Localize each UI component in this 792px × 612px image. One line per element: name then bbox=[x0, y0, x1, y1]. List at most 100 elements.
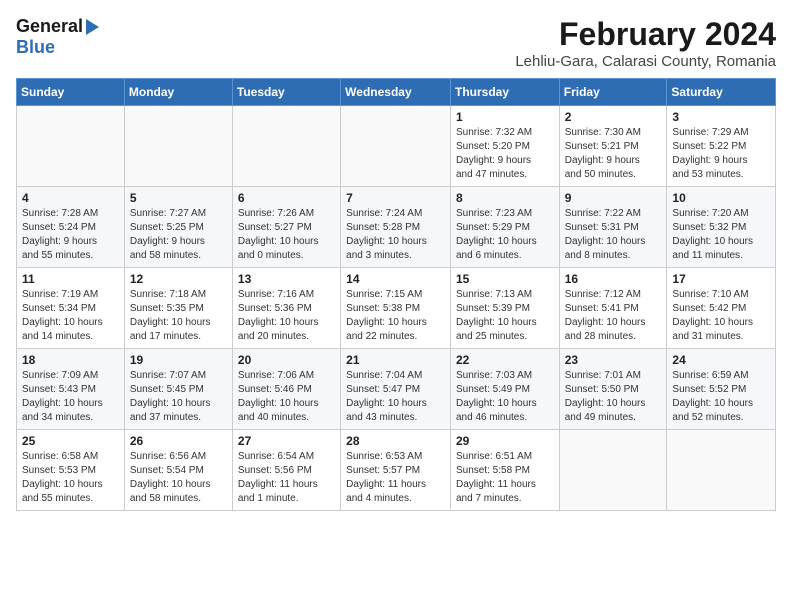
calendar-day-15: 15 Sunrise: 7:13 AM Sunset: 5:39 PM Dayli… bbox=[450, 268, 559, 349]
logo: General Blue bbox=[16, 16, 99, 58]
day-number: 16 bbox=[565, 272, 662, 286]
day-number: 8 bbox=[456, 191, 554, 205]
calendar-day-14: 14 Sunrise: 7:15 AM Sunset: 5:38 PM Dayli… bbox=[341, 268, 451, 349]
calendar-table: SundayMondayTuesdayWednesdayThursdayFrid… bbox=[16, 78, 776, 511]
day-number: 10 bbox=[672, 191, 770, 205]
calendar-day-21: 21 Sunrise: 7:04 AM Sunset: 5:47 PM Dayli… bbox=[341, 349, 451, 430]
day-info: Sunrise: 7:16 AM Sunset: 5:36 PM Dayligh… bbox=[238, 288, 335, 344]
day-info: Sunrise: 6:51 AM Sunset: 5:58 PM Dayligh… bbox=[456, 450, 554, 506]
calendar-day-25: 25 Sunrise: 6:58 AM Sunset: 5:53 PM Dayli… bbox=[17, 430, 125, 511]
day-info: Sunrise: 7:01 AM Sunset: 5:50 PM Dayligh… bbox=[565, 369, 662, 425]
day-info: Sunrise: 6:58 AM Sunset: 5:53 PM Dayligh… bbox=[22, 450, 119, 506]
day-info: Sunrise: 6:59 AM Sunset: 5:52 PM Dayligh… bbox=[672, 369, 770, 425]
calendar-day-19: 19Sunrise: 7:07 AM Sunset: 5:45 PM Dayli… bbox=[124, 349, 232, 430]
calendar-day-22: 22 Sunrise: 7:03 AM Sunset: 5:49 PM Dayli… bbox=[450, 349, 559, 430]
day-number: 7 bbox=[346, 191, 445, 205]
calendar-day-9: 9Sunrise: 7:22 AM Sunset: 5:31 PM Daylig… bbox=[559, 187, 667, 268]
day-info: Sunrise: 7:19 AM Sunset: 5:34 PM Dayligh… bbox=[22, 288, 119, 344]
calendar-day-18: 18 Sunrise: 7:09 AM Sunset: 5:43 PM Dayli… bbox=[17, 349, 125, 430]
day-number: 5 bbox=[130, 191, 227, 205]
day-number: 28 bbox=[346, 434, 445, 448]
calendar-empty-cell bbox=[559, 430, 667, 511]
day-number: 1 bbox=[456, 110, 554, 124]
calendar-day-7: 7Sunrise: 7:24 AM Sunset: 5:28 PM Daylig… bbox=[341, 187, 451, 268]
logo-blue: Blue bbox=[16, 37, 55, 57]
day-info: Sunrise: 7:13 AM Sunset: 5:39 PM Dayligh… bbox=[456, 288, 554, 344]
calendar-day-27: 27 Sunrise: 6:54 AM Sunset: 5:56 PM Dayli… bbox=[232, 430, 340, 511]
day-number: 24 bbox=[672, 353, 770, 367]
calendar-day-2: 2 Sunrise: 7:30 AM Sunset: 5:21 PM Daylig… bbox=[559, 106, 667, 187]
day-info: Sunrise: 7:04 AM Sunset: 5:47 PM Dayligh… bbox=[346, 369, 445, 425]
calendar-empty-cell bbox=[17, 106, 125, 187]
day-header-sunday: Sunday bbox=[17, 79, 125, 106]
logo-general: General bbox=[16, 16, 83, 37]
day-number: 2 bbox=[565, 110, 662, 124]
day-number: 26 bbox=[130, 434, 227, 448]
calendar-week-row: 4 Sunrise: 7:28 AM Sunset: 5:24 PM Daylig… bbox=[17, 187, 776, 268]
calendar-day-16: 16 Sunrise: 7:12 AM Sunset: 5:41 PM Dayli… bbox=[559, 268, 667, 349]
calendar-week-row: 11 Sunrise: 7:19 AM Sunset: 5:34 PM Dayli… bbox=[17, 268, 776, 349]
day-header-thursday: Thursday bbox=[450, 79, 559, 106]
calendar-day-1: 1 Sunrise: 7:32 AM Sunset: 5:20 PM Daylig… bbox=[450, 106, 559, 187]
calendar-day-28: 28 Sunrise: 6:53 AM Sunset: 5:57 PM Dayli… bbox=[341, 430, 451, 511]
day-info: Sunrise: 7:28 AM Sunset: 5:24 PM Dayligh… bbox=[22, 207, 119, 263]
day-number: 20 bbox=[238, 353, 335, 367]
calendar-day-23: 23 Sunrise: 7:01 AM Sunset: 5:50 PM Dayli… bbox=[559, 349, 667, 430]
page-header: General Blue February 2024 Lehliu-Gara, … bbox=[16, 16, 776, 70]
title-area: February 2024 Lehliu-Gara, Calarasi Coun… bbox=[515, 16, 776, 70]
calendar-empty-cell bbox=[341, 106, 451, 187]
day-number: 21 bbox=[346, 353, 445, 367]
day-info: Sunrise: 7:03 AM Sunset: 5:49 PM Dayligh… bbox=[456, 369, 554, 425]
day-header-monday: Monday bbox=[124, 79, 232, 106]
calendar-day-12: 12 Sunrise: 7:18 AM Sunset: 5:35 PM Dayli… bbox=[124, 268, 232, 349]
day-info: Sunrise: 7:29 AM Sunset: 5:22 PM Dayligh… bbox=[672, 126, 770, 182]
day-info: Sunrise: 6:54 AM Sunset: 5:56 PM Dayligh… bbox=[238, 450, 335, 506]
day-info: Sunrise: 6:53 AM Sunset: 5:57 PM Dayligh… bbox=[346, 450, 445, 506]
day-number: 18 bbox=[22, 353, 119, 367]
day-info: Sunrise: 7:06 AM Sunset: 5:46 PM Dayligh… bbox=[238, 369, 335, 425]
day-header-wednesday: Wednesday bbox=[341, 79, 451, 106]
calendar-day-29: 29 Sunrise: 6:51 AM Sunset: 5:58 PM Dayli… bbox=[450, 430, 559, 511]
calendar-empty-cell bbox=[232, 106, 340, 187]
day-info: Sunrise: 7:18 AM Sunset: 5:35 PM Dayligh… bbox=[130, 288, 227, 344]
day-info: Sunrise: 7:10 AM Sunset: 5:42 PM Dayligh… bbox=[672, 288, 770, 344]
day-info: Sunrise: 7:26 AM Sunset: 5:27 PM Dayligh… bbox=[238, 207, 335, 263]
calendar-day-4: 4 Sunrise: 7:28 AM Sunset: 5:24 PM Daylig… bbox=[17, 187, 125, 268]
day-number: 15 bbox=[456, 272, 554, 286]
calendar-day-10: 10Sunrise: 7:20 AM Sunset: 5:32 PM Dayli… bbox=[667, 187, 776, 268]
day-info: Sunrise: 6:56 AM Sunset: 5:54 PM Dayligh… bbox=[130, 450, 227, 506]
calendar-day-8: 8Sunrise: 7:23 AM Sunset: 5:29 PM Daylig… bbox=[450, 187, 559, 268]
calendar-empty-cell bbox=[667, 430, 776, 511]
day-info: Sunrise: 7:09 AM Sunset: 5:43 PM Dayligh… bbox=[22, 369, 119, 425]
day-number: 4 bbox=[22, 191, 119, 205]
calendar-day-20: 20 Sunrise: 7:06 AM Sunset: 5:46 PM Dayli… bbox=[232, 349, 340, 430]
day-number: 3 bbox=[672, 110, 770, 124]
day-number: 22 bbox=[456, 353, 554, 367]
calendar-header-row: SundayMondayTuesdayWednesdayThursdayFrid… bbox=[17, 79, 776, 106]
day-info: Sunrise: 7:12 AM Sunset: 5:41 PM Dayligh… bbox=[565, 288, 662, 344]
day-number: 11 bbox=[22, 272, 119, 286]
day-number: 23 bbox=[565, 353, 662, 367]
day-number: 27 bbox=[238, 434, 335, 448]
calendar-week-row: 25 Sunrise: 6:58 AM Sunset: 5:53 PM Dayli… bbox=[17, 430, 776, 511]
day-number: 29 bbox=[456, 434, 554, 448]
day-info: Sunrise: 7:32 AM Sunset: 5:20 PM Dayligh… bbox=[456, 126, 554, 182]
day-number: 14 bbox=[346, 272, 445, 286]
day-header-saturday: Saturday bbox=[667, 79, 776, 106]
day-header-friday: Friday bbox=[559, 79, 667, 106]
calendar-week-row: 1 Sunrise: 7:32 AM Sunset: 5:20 PM Daylig… bbox=[17, 106, 776, 187]
day-number: 6 bbox=[238, 191, 335, 205]
logo-arrow-icon bbox=[86, 19, 99, 35]
location-title: Lehliu-Gara, Calarasi County, Romania bbox=[515, 53, 776, 70]
day-info: Sunrise: 7:15 AM Sunset: 5:38 PM Dayligh… bbox=[346, 288, 445, 344]
calendar-day-5: 5 Sunrise: 7:27 AM Sunset: 5:25 PM Daylig… bbox=[124, 187, 232, 268]
calendar-day-3: 3 Sunrise: 7:29 AM Sunset: 5:22 PM Daylig… bbox=[667, 106, 776, 187]
day-number: 25 bbox=[22, 434, 119, 448]
day-number: 12 bbox=[130, 272, 227, 286]
calendar-day-6: 6 Sunrise: 7:26 AM Sunset: 5:27 PM Daylig… bbox=[232, 187, 340, 268]
day-info: Sunrise: 7:30 AM Sunset: 5:21 PM Dayligh… bbox=[565, 126, 662, 182]
day-number: 13 bbox=[238, 272, 335, 286]
day-info: Sunrise: 7:22 AM Sunset: 5:31 PM Dayligh… bbox=[565, 207, 662, 263]
day-info: Sunrise: 7:27 AM Sunset: 5:25 PM Dayligh… bbox=[130, 207, 227, 263]
calendar-day-13: 13 Sunrise: 7:16 AM Sunset: 5:36 PM Dayli… bbox=[232, 268, 340, 349]
